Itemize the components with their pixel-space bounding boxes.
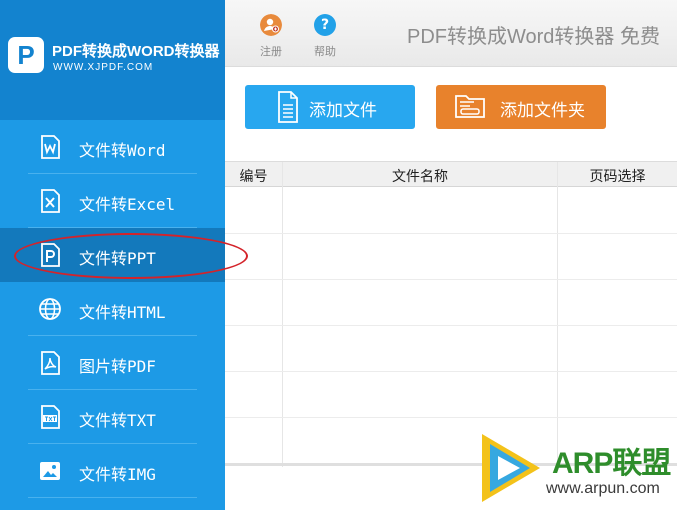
- pdf-file-icon: [41, 351, 60, 375]
- user-register-icon: [260, 14, 282, 36]
- app-title: PDF转换成Word转换器 免费: [407, 26, 660, 48]
- txt-file-icon: [41, 405, 60, 429]
- add-folder-button[interactable]: 添加文件夹: [436, 85, 606, 129]
- sidebar-item-label: 文件转TXT: [79, 411, 156, 430]
- watermark: ARP联盟 www.arpun.com: [476, 426, 676, 510]
- globe-icon: [39, 298, 61, 320]
- highlight-circle: [14, 233, 248, 279]
- table-row: [225, 233, 677, 280]
- sidebar-item-label: 文件转IMG: [79, 465, 156, 484]
- column-header-page-select[interactable]: 页码选择: [558, 166, 677, 186]
- sidebar-item-to-excel[interactable]: 文件转Excel: [0, 174, 225, 228]
- sidebar-item-to-html[interactable]: 文件转HTML: [0, 282, 225, 336]
- sidebar-nav: 文件转Word 文件转Excel 文件转PPT 文件转HTML 图片转PDF 文…: [0, 120, 225, 498]
- table-row: [225, 279, 677, 326]
- excel-file-icon: [41, 189, 60, 213]
- register-label: 注册: [260, 45, 282, 58]
- sidebar-item-to-word[interactable]: 文件转Word: [0, 120, 225, 174]
- add-file-button[interactable]: 添加文件: [245, 85, 415, 129]
- top-toolbar: 注册 ? 帮助 PDF转换成Word转换器 免费: [225, 0, 677, 67]
- sidebar-item-to-img[interactable]: 文件转IMG: [0, 444, 225, 498]
- table-row: [225, 371, 677, 418]
- app-logo: P: [8, 37, 44, 73]
- brand-name: PDF转换成WORD转换器: [52, 43, 220, 60]
- help-icon: ?: [314, 14, 336, 36]
- divider: [28, 497, 197, 498]
- play-logo-icon: [482, 434, 540, 502]
- table-header: 编号 文件名称 页码选择: [225, 162, 677, 187]
- sidebar-item-label: 图片转PDF: [79, 357, 156, 376]
- sidebar-item-to-txt[interactable]: 文件转TXT: [0, 390, 225, 444]
- table-row: [225, 325, 677, 372]
- watermark-brand: ARP联盟: [552, 447, 671, 480]
- column-header-filename[interactable]: 文件名称: [283, 166, 557, 186]
- document-icon: [278, 91, 298, 123]
- watermark-site: www.arpun.com: [546, 480, 660, 497]
- column-header-number[interactable]: 编号: [225, 166, 282, 186]
- brand-url: WWW.XJPDF.COM: [53, 62, 154, 73]
- sidebar-item-label: 文件转Excel: [79, 195, 176, 214]
- add-file-label: 添加文件: [309, 101, 377, 121]
- sidebar-item-image-to-pdf[interactable]: 图片转PDF: [0, 336, 225, 390]
- file-table: 编号 文件名称 页码选择: [225, 161, 677, 467]
- help-label: 帮助: [314, 45, 336, 58]
- sidebar-item-label: 文件转Word: [79, 141, 166, 160]
- help-symbol: ?: [320, 17, 330, 33]
- logo-letter: P: [17, 40, 35, 70]
- folder-icon: [455, 95, 485, 118]
- brand-header: P PDF转换成WORD转换器 WWW.XJPDF.COM: [0, 0, 225, 120]
- word-file-icon: [41, 135, 60, 159]
- add-folder-label: 添加文件夹: [500, 101, 585, 121]
- help-button[interactable]: ? 帮助: [305, 14, 345, 59]
- table-row: [225, 187, 677, 234]
- sidebar-item-label: 文件转HTML: [79, 303, 166, 322]
- image-icon: [40, 462, 60, 480]
- register-button[interactable]: 注册: [251, 14, 291, 59]
